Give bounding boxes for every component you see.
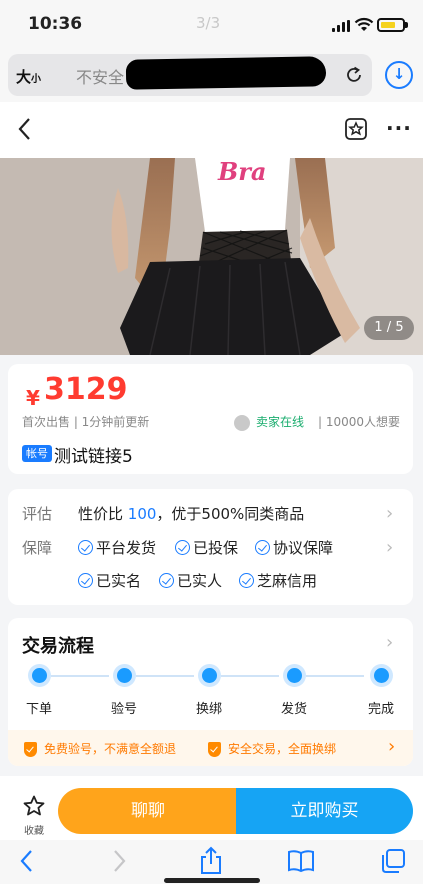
chevron-right-icon[interactable]: › [386,537,393,558]
trade-notice[interactable]: 免费验号，不满意全额退 安全交易，全面换绑 › [8,730,413,766]
chevron-right-icon[interactable]: › [386,632,393,653]
guarantee-item: 芝麻信用 [239,570,317,591]
flow-title: 交易流程 [22,636,94,657]
check-circle-icon [159,573,174,588]
page-indicator: 3/3 [196,14,221,32]
eval-score: 100 [127,505,157,523]
seller-avatar-icon [234,415,250,431]
guarantee-item-label: 已实名 [96,572,142,590]
guarantee-item-label: 芝麻信用 [257,572,318,590]
eval-suffix: ，优于500%同类商品 [156,505,305,523]
svg-text:Bra: Bra [217,158,266,186]
price: 3129 [44,372,128,407]
flow-step-label: 完成 [368,702,395,717]
signal-icon [332,20,350,32]
photo-illustration: Bra [0,158,423,355]
url-field[interactable]: 大小 不安全 [8,54,372,96]
tabs-icon[interactable] [380,848,406,874]
chat-button[interactable]: 聊聊 [58,788,238,834]
guarantee-item: 已实人 [159,570,222,591]
eval-label: 评估 [22,505,53,523]
listing-meta: 首次出售 | 1分钟前更新 [22,415,150,429]
flow-step-dot [374,668,389,683]
battery-tip [405,22,408,28]
flow-step-dot [287,668,302,683]
battery-icon [377,18,405,32]
flow-step-dot [202,668,217,683]
flow-step-label: 换绑 [196,702,223,717]
check-circle-icon [239,573,254,588]
text-size-button[interactable]: 大小 [16,66,41,87]
notice-text: 免费验号，不满意全额退 [44,742,177,756]
app-nav-bar: ··· [0,102,423,158]
browser-forward-icon[interactable] [108,848,130,874]
guarantee-item-label: 平台发货 [96,539,157,557]
flow-connector [306,675,364,677]
text-size-large: 大 [16,68,32,86]
flow-connector [136,675,194,677]
back-icon[interactable] [14,116,36,142]
check-circle-icon [78,573,93,588]
status-bar: 10:36 3/3 [0,0,423,50]
product-title: 测试链接5 [54,447,133,467]
photo-counter: 1 / 5 [364,316,414,340]
check-circle-icon [175,540,190,555]
eval-prefix: 性价比 [78,505,128,523]
trade-flow-card[interactable]: 交易流程 › 下单 验号 换绑 发货 完成 免费验号，不满意全额退 安全交易，全… [8,618,413,766]
clock: 10:36 [28,14,83,34]
chevron-right-icon[interactable]: › [386,503,393,524]
guarantee-item: 已投保 [175,537,238,558]
text-size-small: 小 [31,74,42,85]
guarantee-item: 已实名 [78,570,141,591]
notice-text: 安全交易，全面换绑 [228,742,337,756]
buy-now-button[interactable]: 立即购买 [236,788,413,834]
guarantee-item-label: 协议保障 [273,539,334,557]
collect-label[interactable]: 收藏 [24,822,44,837]
security-label: 不安全 [76,68,125,87]
seller-status: 卖家在线 [256,415,305,429]
check-circle-icon [78,540,93,555]
currency-symbol: ¥ [26,386,40,410]
guarantee-item-label: 已投保 [193,539,239,557]
product-photo[interactable]: Bra [0,158,423,355]
reload-icon[interactable] [342,63,366,87]
guard-label: 保障 [22,539,53,557]
wifi-icon [354,17,374,31]
browser-back-icon[interactable] [16,848,38,874]
share-icon[interactable] [198,846,224,876]
star-icon[interactable] [22,794,46,818]
flow-step-label: 下单 [26,702,53,717]
more-icon[interactable]: ··· [386,116,412,140]
check-circle-icon [255,540,270,555]
guarantee-item: 平台发货 [78,537,156,558]
guarantee-card[interactable]: 评估 性价比 100，优于500%同类商品 › 保障 平台发货 已投保 协议保障… [8,489,413,605]
want-count: | 10000人想要 [318,415,401,429]
eval-text: 性价比 100，优于500%同类商品 [78,503,304,524]
flow-connector [221,675,279,677]
redacted-url [125,56,327,90]
flow-connector [51,675,109,677]
flow-step-dot [32,668,47,683]
flow-step-label: 验号 [111,702,138,717]
guarantee-item: 协议保障 [255,537,333,558]
chevron-right-icon[interactable]: › [388,736,395,757]
favorite-star-icon[interactable] [344,117,368,141]
category-tag: 帐号 [22,445,52,462]
flow-step-label: 发货 [281,702,308,717]
home-indicator [164,878,260,883]
guarantee-item-label: 已实人 [177,572,223,590]
flow-step-dot [117,668,132,683]
bookmarks-icon[interactable] [286,848,316,874]
shield-icon [208,742,221,757]
download-icon[interactable]: ↓ [385,61,413,89]
shield-icon [24,742,37,757]
browser-address-bar: 大小 不安全 ↓ [0,50,423,102]
bottom-action-bar: 收藏 聊聊 立即购买 [0,776,423,840]
price-card: ¥ 3129 首次出售 | 1分钟前更新 卖家在线 | 10000人想要 帐号 … [8,364,413,474]
